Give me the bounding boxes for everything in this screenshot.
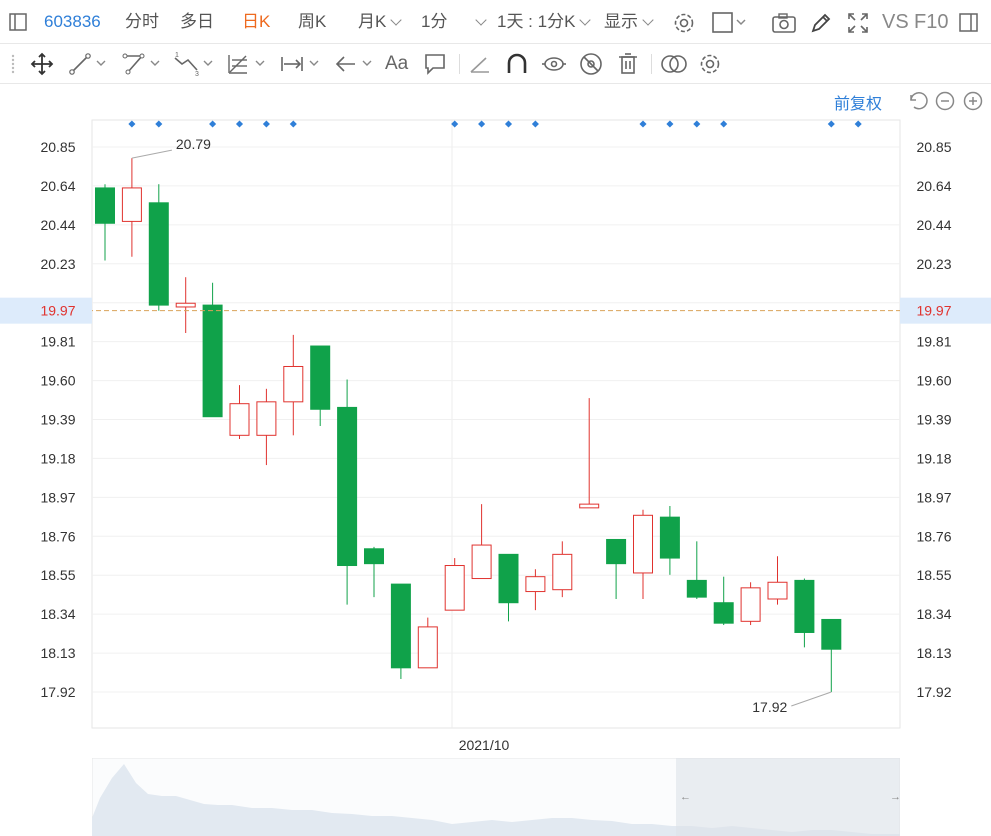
y-tick-label-right: 19.18: [916, 450, 951, 466]
x-tick-label: 2021/10: [459, 737, 510, 753]
y-tick-label-right: 19.39: [916, 412, 951, 428]
event-marker-icon[interactable]: [639, 120, 647, 128]
event-marker-icon[interactable]: [155, 120, 163, 128]
candle-down[interactable]: [606, 538, 627, 565]
event-marker-icon[interactable]: [693, 120, 701, 128]
candle-down[interactable]: [337, 406, 358, 567]
candle-down[interactable]: [310, 345, 331, 410]
event-marker-icon[interactable]: [666, 120, 674, 128]
current-price-label-right: 19.97: [916, 303, 951, 319]
event-marker-icon[interactable]: [531, 120, 539, 128]
y-tick-label-right: 19.81: [916, 334, 951, 350]
candle-up[interactable]: [740, 587, 761, 622]
y-tick-label-right: 17.92: [916, 684, 951, 700]
candle-down[interactable]: [821, 618, 842, 650]
y-tick-label-right: 20.44: [916, 217, 951, 233]
y-tick-label-left: 20.64: [40, 178, 75, 194]
max-price-leader-line: [131, 149, 172, 159]
y-tick-label-left: 19.18: [40, 450, 75, 466]
y-tick-label-right: 19.60: [916, 373, 951, 389]
candle-down[interactable]: [713, 602, 734, 624]
navigator-right-handle[interactable]: →: [890, 791, 900, 803]
range-navigator[interactable]: ← →: [92, 758, 900, 836]
y-tick-label-left: 20.23: [40, 256, 75, 272]
candle-up[interactable]: [175, 302, 196, 308]
y-tick-label-left: 18.55: [40, 567, 75, 583]
candle-down[interactable]: [364, 548, 384, 565]
min-price-annotation: 17.92: [752, 699, 787, 715]
candle-up[interactable]: [121, 187, 142, 222]
y-tick-label-left: 18.97: [40, 489, 75, 505]
event-marker-icon[interactable]: [262, 120, 270, 128]
navigator-selection-window[interactable]: [676, 758, 900, 836]
event-marker-icon[interactable]: [854, 120, 862, 128]
navigator-left-handle[interactable]: ←: [680, 791, 691, 803]
y-tick-label-right: 18.76: [916, 528, 951, 544]
plot-area: [91, 119, 901, 729]
y-tick-label-right: 20.23: [916, 256, 951, 272]
event-marker-icon[interactable]: [478, 120, 486, 128]
event-marker-icon[interactable]: [720, 120, 728, 128]
y-tick-label-left: 20.44: [40, 217, 75, 233]
event-marker-icon[interactable]: [289, 120, 297, 128]
y-tick-label-left: 19.81: [40, 334, 75, 350]
y-tick-label-right: 18.34: [916, 606, 951, 622]
candle-up[interactable]: [417, 626, 438, 669]
candle-up[interactable]: [633, 514, 653, 574]
event-marker-icon[interactable]: [504, 120, 513, 128]
y-tick-label-left: 18.13: [40, 645, 75, 661]
y-tick-label-right: 18.13: [916, 645, 951, 661]
candle-down[interactable]: [686, 579, 707, 598]
y-tick-label-left: 19.39: [40, 412, 75, 428]
candle-down[interactable]: [794, 579, 815, 633]
candle-down[interactable]: [148, 202, 169, 306]
y-tick-label-right: 18.55: [916, 567, 951, 583]
event-marker-icon[interactable]: [235, 120, 244, 128]
candle-up[interactable]: [444, 565, 465, 611]
candlestick-chart[interactable]: 20.8520.6420.4420.2320.0219.8119.6019.39…: [0, 0, 991, 760]
event-marker-icon[interactable]: [827, 120, 835, 128]
y-tick-label-right: 20.85: [916, 139, 951, 155]
candle-up[interactable]: [283, 365, 304, 403]
candle-down[interactable]: [659, 516, 680, 559]
event-marker-icon[interactable]: [128, 120, 136, 128]
candle-up[interactable]: [579, 503, 600, 509]
y-tick-label-left: 17.92: [40, 684, 75, 700]
candle-down[interactable]: [95, 187, 115, 224]
y-tick-label-left: 20.85: [40, 139, 75, 155]
candle-down[interactable]: [202, 304, 223, 418]
y-tick-label-right: 20.64: [916, 178, 951, 194]
candle-up[interactable]: [229, 403, 250, 436]
y-tick-label-left: 18.34: [40, 606, 75, 622]
max-price-annotation: 20.79: [176, 136, 211, 152]
candle-down[interactable]: [390, 583, 411, 669]
y-tick-label-left: 18.76: [40, 528, 75, 544]
candle-up[interactable]: [256, 401, 277, 436]
candle-up[interactable]: [767, 581, 788, 600]
y-tick-label-left: 19.60: [40, 373, 75, 389]
current-price-label-left: 19.97: [40, 303, 75, 319]
event-marker-icon[interactable]: [209, 120, 217, 128]
y-tick-label-right: 18.97: [916, 489, 951, 505]
min-price-leader-line: [791, 691, 832, 707]
candle-down[interactable]: [498, 553, 519, 604]
candle-up[interactable]: [525, 576, 546, 593]
candle-up[interactable]: [471, 544, 492, 580]
candle-up[interactable]: [552, 553, 573, 591]
